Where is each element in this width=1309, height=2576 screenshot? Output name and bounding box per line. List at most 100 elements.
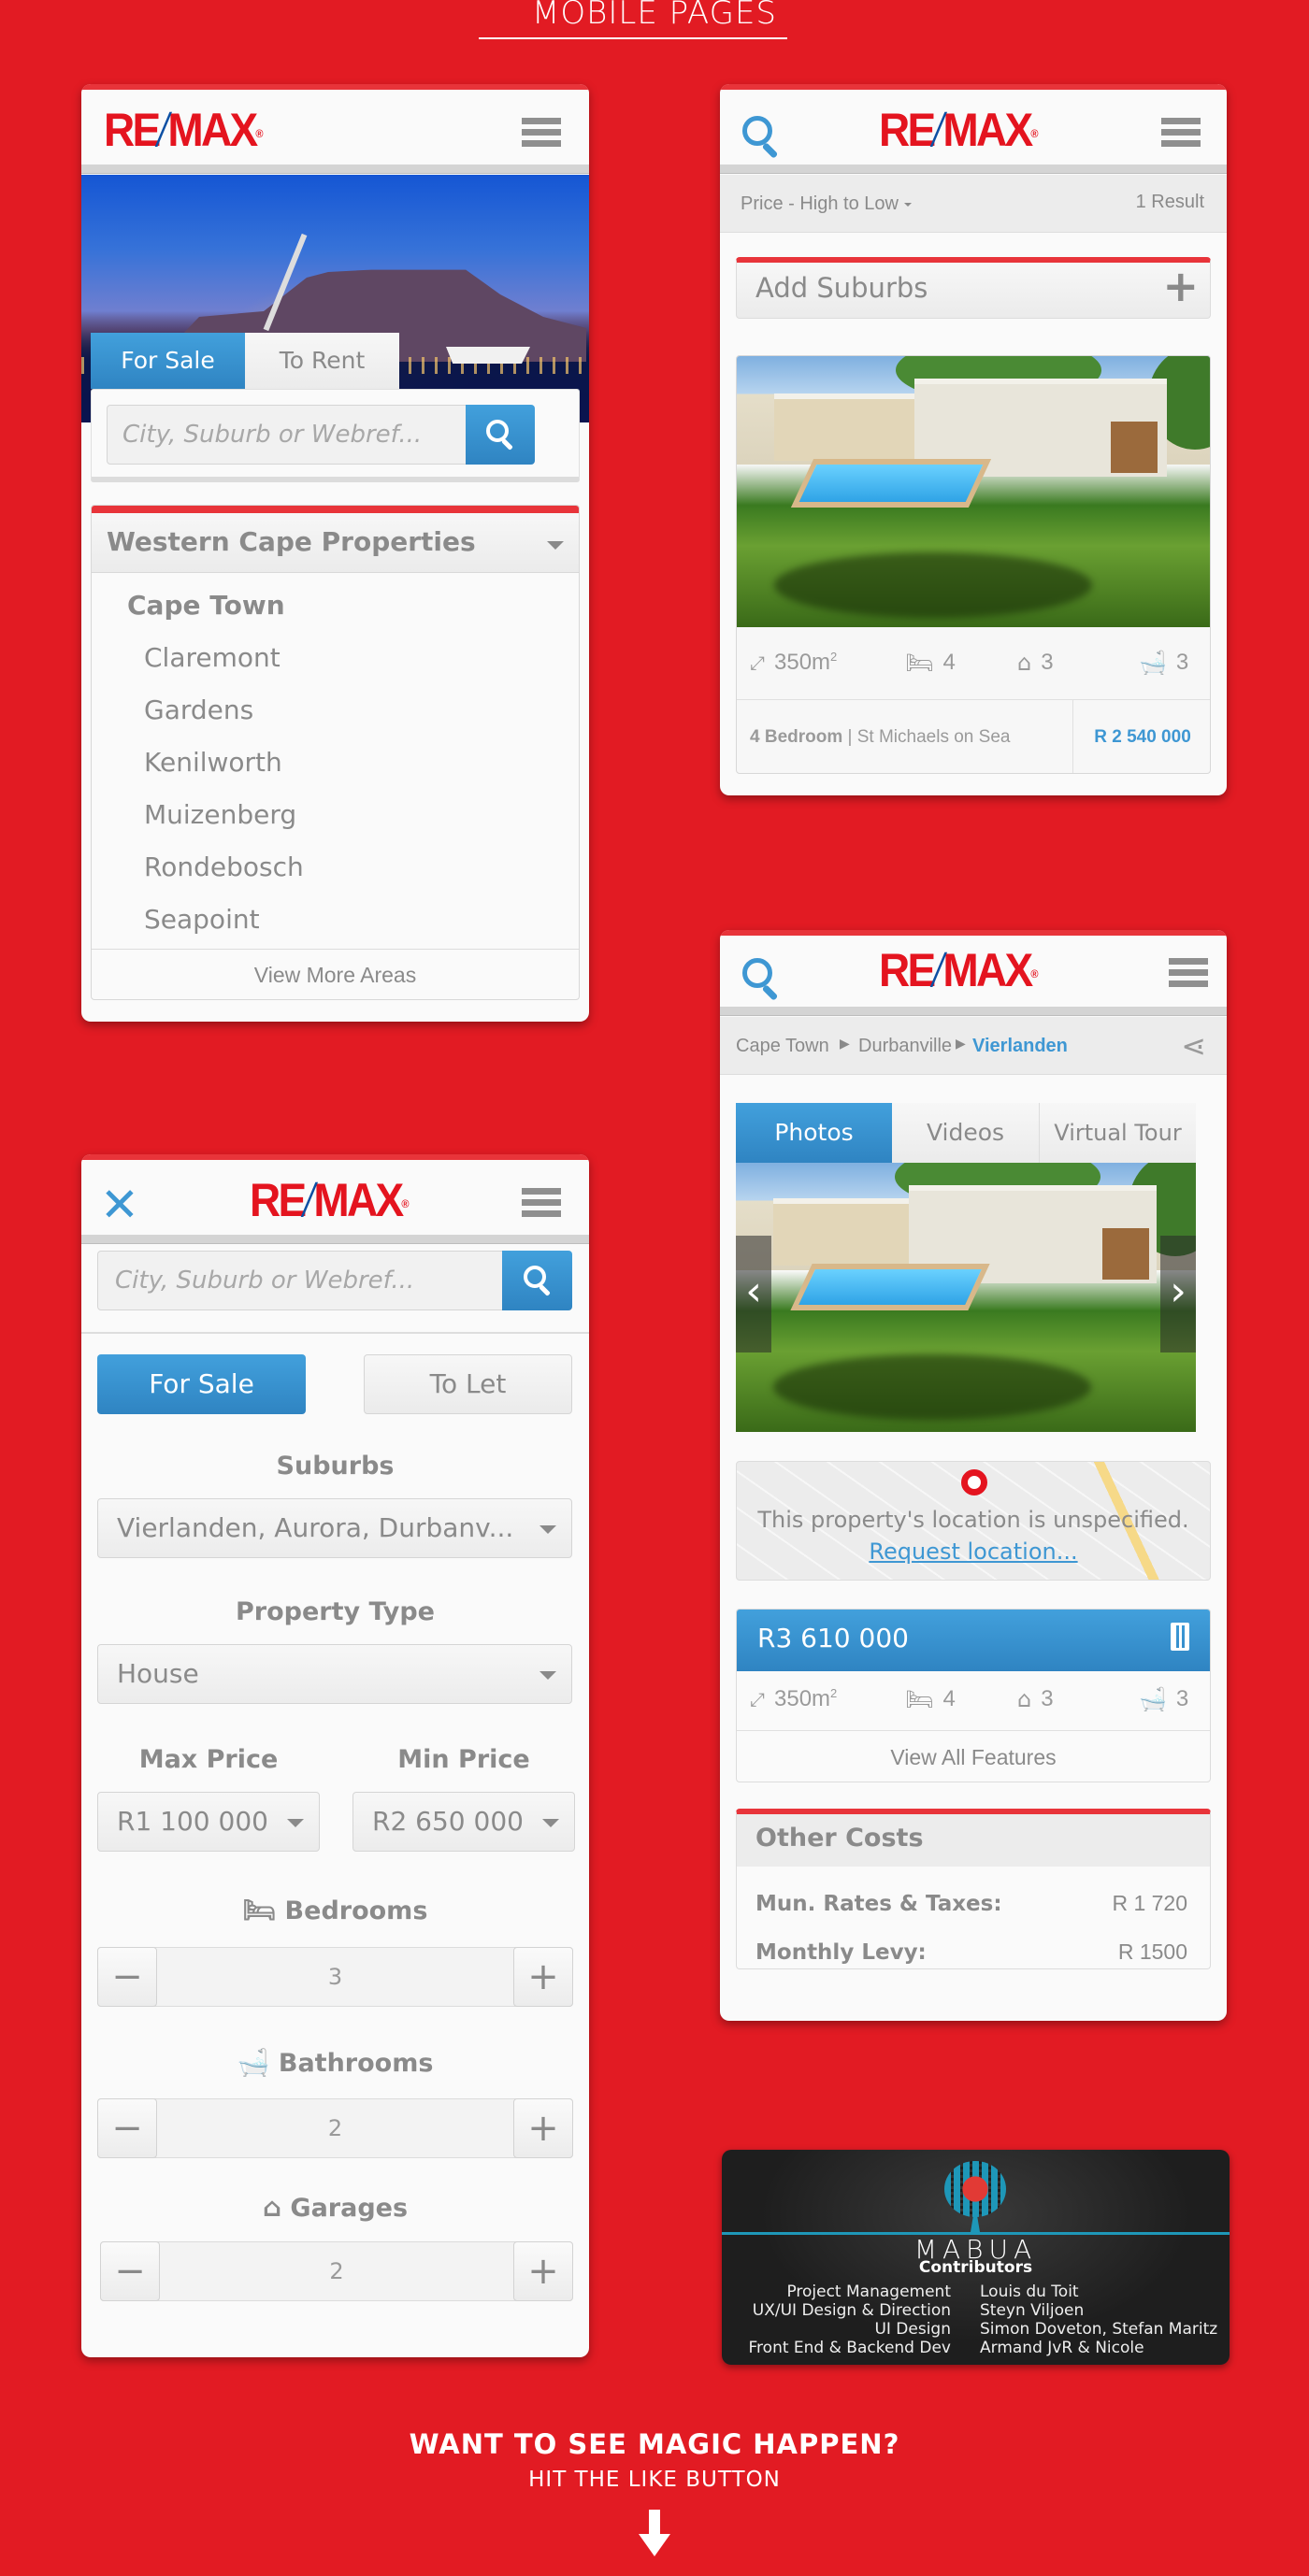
garage-icon: ⌂ — [262, 2192, 281, 2223]
region-accent-bar — [92, 506, 579, 513]
tab-for-sale[interactable]: For Sale — [91, 333, 245, 389]
listing-photo[interactable] — [737, 356, 1210, 627]
search-icon[interactable] — [741, 956, 782, 1001]
cost-label: Mun. Rates & Taxes: — [755, 1892, 1002, 1916]
suburb-link[interactable]: Gardens — [144, 694, 253, 725]
logo-re: RE — [104, 104, 161, 156]
property-type-select[interactable]: House — [97, 1644, 572, 1704]
suburbs-select[interactable]: Vierlanden, Aurora, Durbanv... — [97, 1498, 572, 1558]
chevron-down-icon — [539, 1671, 556, 1680]
suburb-link[interactable]: Rondebosch — [144, 852, 304, 882]
bedrooms-value[interactable]: 3 — [158, 1948, 512, 2006]
chevron-down-icon — [287, 1819, 304, 1827]
bathrooms-value[interactable]: 2 — [158, 2099, 512, 2157]
chevron-down-icon — [547, 541, 564, 550]
toggle-for-sale[interactable]: For Sale — [97, 1354, 306, 1414]
bathrooms-decrement-button[interactable]: − — [97, 2098, 157, 2158]
remax-logo[interactable]: RE/MAX® — [879, 944, 1039, 996]
search-input[interactable]: City, Suburb or Webref... — [97, 1251, 509, 1310]
close-icon[interactable]: ✕ — [100, 1179, 139, 1231]
logo-max: MAX — [942, 104, 1033, 156]
breadcrumb-item[interactable]: Durbanville — [858, 1036, 952, 1057]
tab-to-rent[interactable]: To Rent — [245, 333, 399, 389]
app-header: RE/MAX® — [720, 90, 1227, 165]
cost-row: Mun. Rates & Taxes: R 1 720 — [755, 1891, 1187, 1916]
request-location-link[interactable]: Request location... — [737, 1538, 1210, 1565]
search-panel: City, Suburb or Webref... — [91, 389, 580, 482]
bathrooms-label: Bathrooms — [278, 2049, 434, 2078]
chevron-right-icon: ▶ — [840, 1036, 850, 1051]
search-icon[interactable] — [741, 114, 782, 159]
hamburger-icon[interactable] — [1161, 118, 1201, 150]
bath-icon: 🛁 — [1139, 650, 1167, 676]
property-photo[interactable]: ‹ › — [736, 1163, 1196, 1432]
suburbs-select-value: Vierlanden, Aurora, Durbanv... — [117, 1512, 514, 1543]
remax-logo[interactable]: RE/MAX® — [104, 104, 264, 156]
hamburger-icon[interactable] — [522, 118, 561, 150]
next-photo-button[interactable]: › — [1160, 1236, 1196, 1352]
shadow — [774, 552, 1092, 618]
bath-icon: 🛁 — [1139, 1686, 1167, 1712]
bedrooms-heading: 🛏 Bedrooms — [81, 1895, 589, 1925]
add-suburbs-button[interactable]: Add Suburbs + — [736, 257, 1211, 319]
max-price-label: Max Price — [138, 1745, 279, 1774]
garage-door — [1111, 422, 1158, 473]
region-dropdown-label: Western Cape Properties — [107, 526, 476, 557]
title-underline — [479, 37, 787, 39]
logo-registered: ® — [1030, 967, 1039, 980]
remax-logo[interactable]: RE/MAX® — [879, 104, 1039, 156]
bedrooms-decrement-button[interactable]: − — [97, 1947, 157, 2007]
chevron-down-icon — [903, 202, 912, 207]
garages-increment-button[interactable]: + — [513, 2241, 573, 2301]
suburb-link[interactable]: Seapoint — [144, 904, 260, 935]
min-price-select[interactable]: R2 650 000 — [352, 1792, 575, 1852]
credit-name: Armand JvR & Nicole — [980, 2339, 1144, 2357]
breadcrumb-item[interactable]: Cape Town — [736, 1036, 829, 1057]
max-price-select[interactable]: R1 100 000 — [97, 1792, 320, 1852]
view-more-areas-button[interactable]: View More Areas — [92, 949, 579, 999]
sort-dropdown[interactable]: Price - High to Low — [741, 193, 912, 215]
garages-decrement-button[interactable]: − — [100, 2241, 160, 2301]
arrow-down-icon[interactable] — [639, 2510, 670, 2556]
region-dropdown[interactable]: Western Cape Properties — [92, 513, 579, 573]
share-icon[interactable]: ⋖ — [1181, 1028, 1206, 1064]
price-header: R3 610 000 — [737, 1610, 1210, 1671]
suburb-link[interactable]: Kenilworth — [144, 747, 282, 778]
suburb-link[interactable]: Muizenberg — [144, 799, 296, 830]
other-costs-panel: Other Costs Mun. Rates & Taxes: R 1 720 … — [736, 1809, 1211, 1969]
logo-re: RE — [879, 944, 936, 996]
garages-label: Garages — [290, 2194, 409, 2223]
tab-photos[interactable]: Photos — [736, 1103, 892, 1163]
tab-virtual-tour[interactable]: Virtual Tour — [1040, 1103, 1196, 1163]
cost-row: Monthly Levy: R 1500 — [755, 1939, 1187, 1965]
listing-card[interactable]: ⤢ 350m2 🛏 4 ⌂ 3 🛁 3 4 Bedroom | St Michaels … — [736, 355, 1211, 774]
hamburger-icon[interactable] — [1169, 958, 1208, 990]
toggle-to-let[interactable]: To Let — [364, 1354, 572, 1414]
bedrooms-increment-button[interactable]: + — [513, 1947, 573, 2007]
city-heading[interactable]: Cape Town — [127, 590, 285, 621]
garages-value[interactable]: 2 — [161, 2242, 512, 2300]
garage-icon: ⌂ — [1017, 1686, 1032, 1712]
breadcrumb-current: Vierlanden — [972, 1036, 1068, 1056]
tab-videos[interactable]: Videos — [892, 1103, 1040, 1163]
bedrooms-value: 4 — [942, 1686, 956, 1711]
suburb-link[interactable]: Claremont — [144, 642, 280, 673]
logo-registered: ® — [255, 127, 264, 140]
search-button[interactable] — [502, 1251, 572, 1310]
bathrooms-increment-button[interactable]: + — [513, 2098, 573, 2158]
bathrooms-heading: 🛁 Bathrooms — [81, 2047, 589, 2078]
size-value: 350m — [774, 1686, 831, 1711]
bedrooms-value: 4 — [942, 650, 956, 675]
property-price: R3 610 000 — [757, 1623, 909, 1653]
logo-max: MAX — [942, 944, 1033, 996]
logo-re: RE — [879, 104, 936, 156]
expand-icon: ⤢ — [750, 651, 765, 674]
search-input[interactable]: City, Suburb or Webref... — [107, 405, 499, 465]
prev-photo-button[interactable]: ‹ — [736, 1236, 771, 1352]
calculator-icon[interactable] — [1171, 1623, 1189, 1651]
remax-logo[interactable]: RE/MAX® — [250, 1174, 410, 1226]
view-all-features-button[interactable]: View All Features — [737, 1731, 1210, 1782]
detail-screen: RE/MAX® Cape Town ▶ Durbanville ▶ Vierla… — [720, 930, 1227, 2021]
search-button[interactable] — [466, 405, 535, 465]
hamburger-icon[interactable] — [522, 1188, 561, 1220]
